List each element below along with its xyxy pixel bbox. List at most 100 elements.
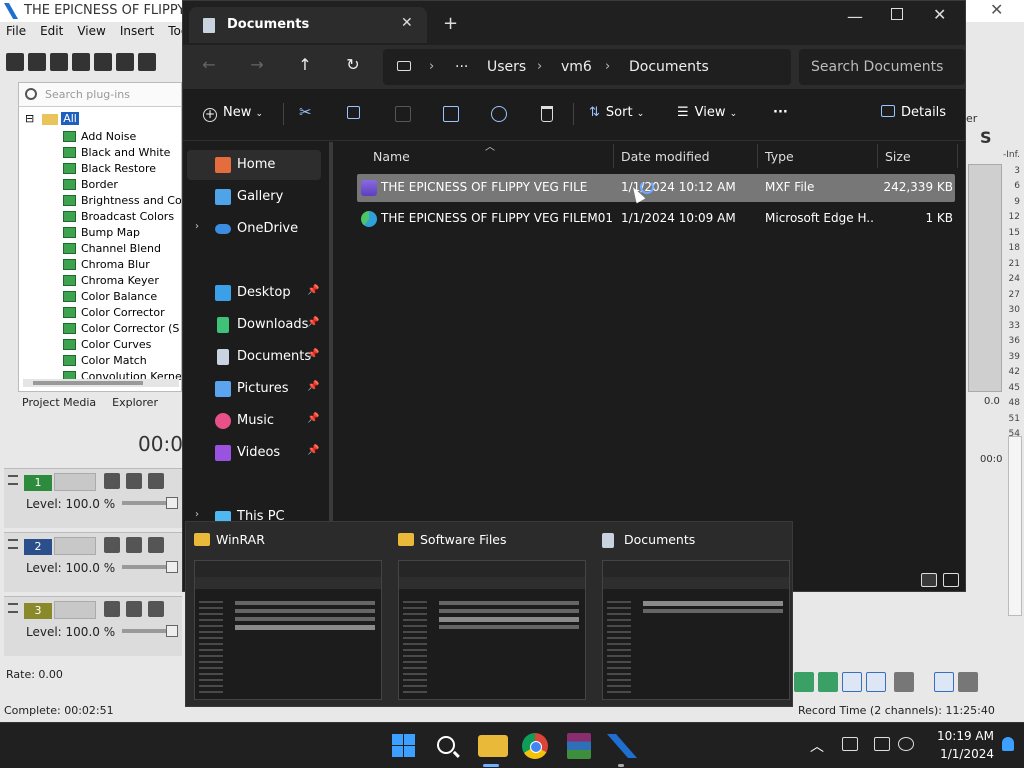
- collapse-track-icon[interactable]: [8, 603, 18, 613]
- pin-icon[interactable]: 📌: [307, 349, 319, 360]
- refresh-button[interactable]: ↻: [341, 55, 365, 74]
- pin-icon[interactable]: 📌: [307, 413, 319, 424]
- delete-icon[interactable]: [541, 106, 553, 122]
- volume-muted-icon[interactable]: [898, 737, 914, 751]
- slider-thumb[interactable]: [166, 625, 178, 637]
- plugin-item[interactable]: Chroma Blur: [63, 256, 181, 272]
- normal-edit-tool-icon[interactable]: [934, 672, 954, 692]
- menu-tools[interactable]: Tools: [168, 24, 182, 42]
- column-name[interactable]: Name: [373, 149, 410, 164]
- breadcrumb-chevron[interactable]: ›: [537, 59, 542, 74]
- plugin-item[interactable]: Brightness and Co: [63, 192, 181, 208]
- tab-explorer[interactable]: Explorer: [104, 394, 166, 412]
- window-thumbnail[interactable]: [398, 560, 586, 700]
- copy-icon[interactable]: [347, 106, 360, 119]
- navigation-pane-scrollbar[interactable]: [329, 142, 333, 522]
- menu-edit[interactable]: Edit: [40, 24, 63, 42]
- scroll-thumb[interactable]: [33, 381, 143, 385]
- back-button[interactable]: ←: [197, 55, 221, 74]
- track-fx-icon[interactable]: [104, 537, 120, 553]
- track-settings-icon[interactable]: [148, 473, 164, 489]
- nav-desktop[interactable]: Desktop 📌: [187, 278, 321, 308]
- new-tab-button[interactable]: +: [443, 13, 458, 34]
- collapse-track-icon[interactable]: [8, 539, 18, 549]
- breadcrumb-vm6[interactable]: vm6: [561, 59, 592, 75]
- column-separator[interactable]: [757, 144, 758, 168]
- up-button[interactable]: ↑: [293, 55, 317, 74]
- envelope-tool-icon[interactable]: [958, 672, 978, 692]
- expand-chevron-icon[interactable]: ›: [195, 509, 199, 520]
- address-bar[interactable]: › ··· Users › vm6 › Documents: [383, 49, 791, 85]
- ripple-edit-icon[interactable]: [894, 672, 914, 692]
- track-level-slider[interactable]: [122, 561, 178, 573]
- plugin-item[interactable]: Color Corrector: [63, 304, 181, 320]
- track-motion-icon[interactable]: [126, 473, 142, 489]
- sort-button[interactable]: ⇅ Sort ⌄: [589, 105, 644, 120]
- start-button[interactable]: [390, 731, 420, 761]
- search-documents-input[interactable]: Search Documents: [799, 49, 965, 85]
- window-thumbnail[interactable]: [194, 560, 382, 700]
- column-separator[interactable]: [957, 144, 958, 168]
- track-fx-icon[interactable]: [104, 601, 120, 617]
- new-button[interactable]: + New ⌄: [203, 105, 263, 122]
- details-pane-button[interactable]: Details: [881, 105, 946, 120]
- vegas-close-button[interactable]: ✕: [990, 0, 1003, 19]
- plugin-item[interactable]: Channel Blend: [63, 240, 181, 256]
- preview-software-files[interactable]: Software Files: [390, 522, 590, 708]
- breadcrumb-chevron[interactable]: ›: [605, 59, 610, 74]
- display-icon[interactable]: [874, 737, 890, 751]
- new-project-icon[interactable]: [6, 53, 24, 71]
- paste-icon[interactable]: [395, 106, 411, 122]
- nav-downloads[interactable]: Downloads 📌: [187, 310, 321, 340]
- plugin-item[interactable]: Color Balance: [63, 288, 181, 304]
- nav-documents[interactable]: Documents 📌: [187, 342, 321, 372]
- track-motion-icon[interactable]: [126, 537, 142, 553]
- region-icon[interactable]: [818, 672, 838, 692]
- track-name-field[interactable]: [54, 601, 96, 619]
- plugin-item[interactable]: Color Match: [63, 352, 181, 368]
- track-level-slider[interactable]: [122, 625, 178, 637]
- collapse-track-icon[interactable]: [8, 475, 18, 485]
- plugin-item[interactable]: Color Curves: [63, 336, 181, 352]
- plugin-item[interactable]: Bump Map: [63, 224, 181, 240]
- breadcrumb-users[interactable]: Users: [487, 59, 526, 75]
- details-view-icon[interactable]: [921, 573, 937, 587]
- video-track-3[interactable]: 3 Level: 100.0 %: [4, 596, 182, 656]
- plugin-search-box[interactable]: Search plug-ins: [19, 83, 181, 107]
- minimize-button[interactable]: —: [847, 7, 863, 26]
- media-icon[interactable]: [138, 53, 156, 71]
- collapse-icon[interactable]: ⊟: [25, 112, 34, 125]
- track-name-field[interactable]: [54, 537, 96, 555]
- column-date-modified[interactable]: Date modified: [621, 149, 710, 164]
- pin-icon[interactable]: 📌: [307, 445, 319, 456]
- close-tab-button[interactable]: ✕: [401, 15, 413, 31]
- tab-project-media[interactable]: Project Media: [0, 394, 104, 412]
- track-fx-icon[interactable]: [104, 473, 120, 489]
- open-folder-icon[interactable]: [28, 53, 46, 71]
- save-as-icon[interactable]: [72, 53, 90, 71]
- taskbar-search-icon[interactable]: [437, 736, 455, 754]
- gear-icon[interactable]: [116, 53, 134, 71]
- plugin-tree-root[interactable]: ⊟ All: [25, 112, 79, 126]
- video-track-2[interactable]: 2 Level: 100.0 %: [4, 532, 182, 592]
- preview-winrar[interactable]: WinRAR: [186, 522, 386, 708]
- clock-date[interactable]: 1/1/2024: [928, 747, 994, 761]
- slider-thumb[interactable]: [166, 497, 178, 509]
- notification-bell-icon[interactable]: [1002, 737, 1014, 751]
- marker-icon[interactable]: [794, 672, 814, 692]
- nav-onedrive[interactable]: › OneDrive: [187, 214, 321, 244]
- column-separator[interactable]: [613, 144, 614, 168]
- forward-button[interactable]: →: [245, 55, 269, 74]
- render-icon[interactable]: [94, 53, 112, 71]
- plugin-item[interactable]: Broadcast Colors: [63, 208, 181, 224]
- pin-icon[interactable]: 📌: [307, 285, 319, 296]
- large-icons-view-icon[interactable]: [943, 573, 959, 587]
- rename-icon[interactable]: [443, 106, 459, 122]
- nav-pictures[interactable]: Pictures 📌: [187, 374, 321, 404]
- close-window-button[interactable]: ✕: [933, 5, 946, 24]
- plugin-item[interactable]: Black and White: [63, 144, 181, 160]
- maximize-button[interactable]: [891, 8, 903, 20]
- nav-home[interactable]: Home: [187, 150, 321, 180]
- track-motion-icon[interactable]: [126, 601, 142, 617]
- expand-chevron-icon[interactable]: ›: [195, 221, 199, 232]
